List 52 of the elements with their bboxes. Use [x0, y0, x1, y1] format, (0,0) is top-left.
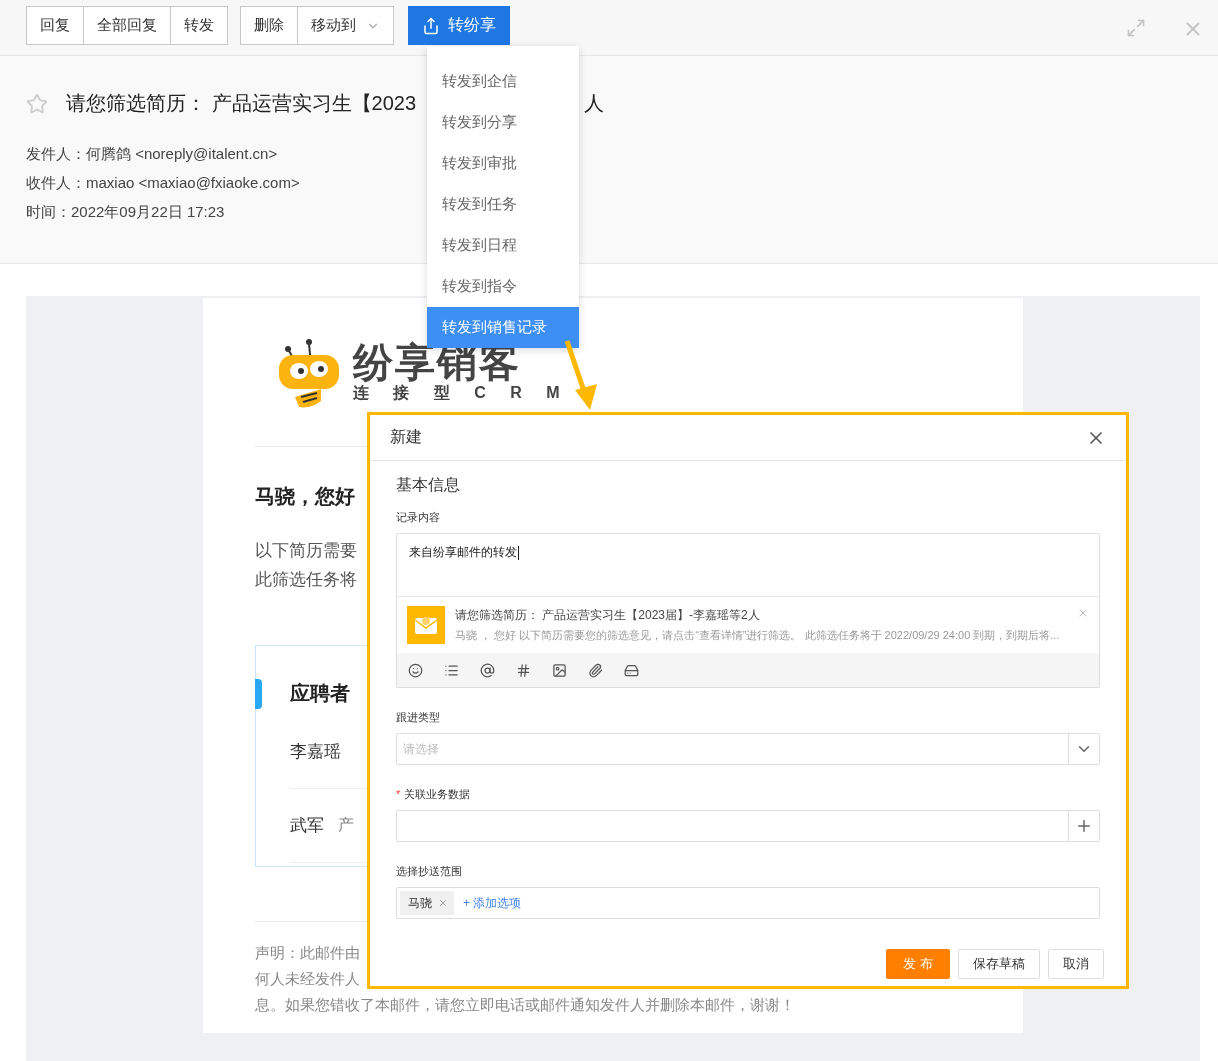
mail-meta: 收件人：maxiao <maxiao@fxiaoke.com> [26, 173, 300, 193]
paperclip-icon[interactable] [588, 662, 603, 678]
smile-icon[interactable] [408, 662, 423, 678]
plus-icon[interactable] [1075, 817, 1093, 835]
greeting: 马骁，您好 [255, 484, 355, 509]
disclaimer-text: 何人未经发件人 [255, 969, 360, 989]
applicant-title: 应聘者 [290, 681, 351, 706]
disclaimer-text: 声明：此邮件由 [255, 943, 360, 963]
image-icon[interactable] [552, 662, 567, 678]
disclaimer-text: 息。如果您错收了本邮件，请您立即电话或邮件通知发件人并删除本邮件，谢谢！ [255, 995, 795, 1015]
mail-icon [407, 606, 445, 644]
star-icon[interactable] [26, 92, 48, 115]
card-marker [255, 679, 262, 709]
menu-item[interactable]: 转发到审批 [427, 143, 579, 184]
mail-subject: 人 [584, 91, 605, 116]
related-data-field[interactable] [396, 810, 1100, 842]
mail-meta: 发件人：何腾鸽 <noreply@italent.cn> [26, 144, 278, 164]
mail-paragraph: 此筛选任务将 [255, 569, 357, 591]
dialog-button[interactable]: 保存草稿 [958, 949, 1040, 979]
content-text[interactable]: 来自纷享邮件的转发 [397, 534, 1099, 597]
menu-item[interactable]: 转发到分享 [427, 102, 579, 143]
at-sign-icon[interactable] [480, 662, 495, 678]
mail-paragraph: 以下简历需要 [255, 540, 357, 562]
field-label: 选择抄送范围 [396, 864, 463, 879]
content-editor[interactable]: 来自纷享邮件的转发 请您筛选简历： 产品运营实习生【2023届】-李嘉瑶等2人 马骁 ， 您好 以下简历需要您的筛选意见，请点击“查看详情”进行筛选。 此筛选任务将于 2022/09/29 24:00 到期，到期后将... [396, 533, 1100, 688]
mail-subject: 请您筛选简历： 产品运营实习生【2023 [66, 91, 417, 116]
menu-item[interactable]: 转发到销售记录 [427, 307, 579, 348]
menu-item[interactable]: 转发到企信 [427, 61, 579, 102]
logo-slogan: 连 接 型 C R M [353, 383, 570, 403]
cc-scope-field[interactable]: 马骁 + 添加选项 [396, 887, 1100, 919]
attachment-title: 请您筛选简历： 产品运营实习生【2023届】-李嘉瑶等2人 [455, 607, 761, 624]
menu-item[interactable]: 转发到日程 [427, 225, 579, 266]
dialog-button[interactable]: 取消 [1048, 949, 1104, 979]
field-label: 记录内容 [396, 510, 441, 525]
share-icon [422, 16, 440, 35]
required-mark: * [396, 788, 401, 800]
applicant-name: 李嘉瑶 [290, 741, 341, 763]
menu-item[interactable]: 转发到任务 [427, 184, 579, 225]
share-button[interactable]: 转纷享 [408, 6, 510, 45]
hash-icon[interactable] [516, 662, 531, 678]
field-label: 关联业务数据 [404, 788, 471, 800]
menu-item[interactable]: 转发到指令 [427, 266, 579, 307]
drive-icon[interactable] [624, 662, 639, 678]
attachment-summary: 马骁 ， 您好 以下简历需要您的筛选意见，请点击“查看详情”进行筛选。 此筛选任务将于 2022/09/29 24:00 到期，到期后将... [455, 628, 1060, 643]
add-option-link[interactable]: + 添加选项 [463, 894, 522, 912]
dialog-title: 新建 [390, 427, 422, 447]
applicant-name: 武军 [290, 815, 324, 837]
field-label: 跟进类型 [396, 710, 441, 725]
applicant-detail: 产 [338, 815, 354, 835]
list-icon[interactable] [444, 662, 459, 678]
mail-meta: 时间：2022年09月22日 17:23 [26, 202, 225, 222]
section-title: 基本信息 [396, 475, 461, 495]
